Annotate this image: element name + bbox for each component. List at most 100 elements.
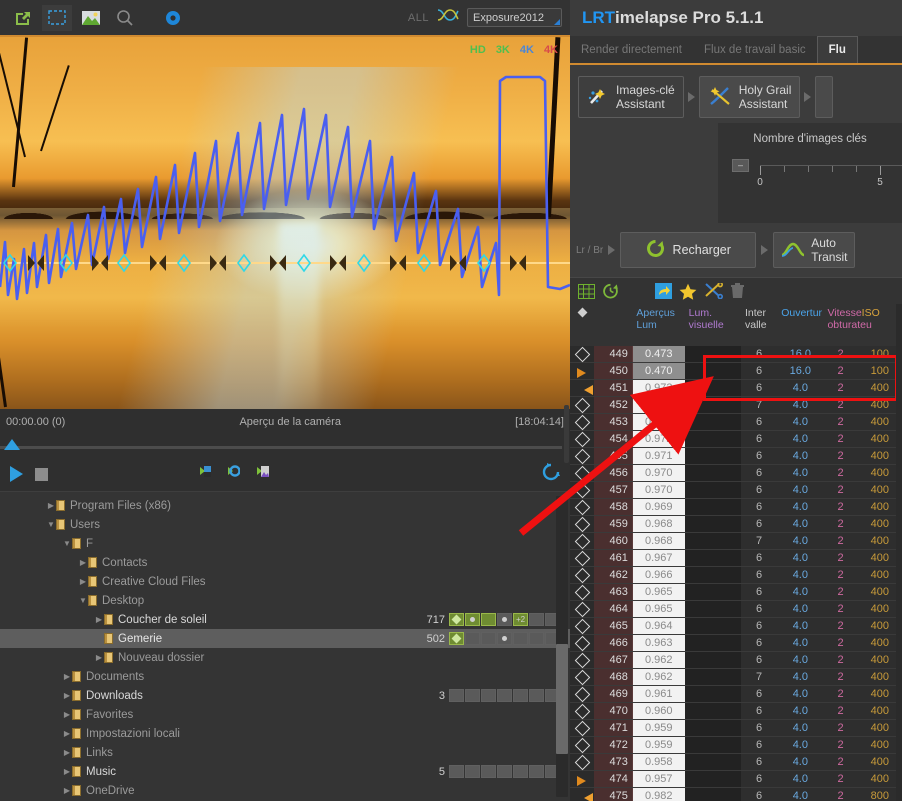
cell-interval[interactable]: 6 — [741, 379, 778, 397]
table-row[interactable]: 460 0.968 7 4.0 2 400 — [570, 532, 902, 550]
table-row[interactable]: 452 0.973 7 4.0 2 400 — [570, 396, 902, 414]
status-chip-g-diamond[interactable] — [449, 613, 464, 626]
cell-aperture[interactable]: 4.0 — [777, 634, 824, 652]
col-lum-visual[interactable]: Lum. visuelle — [684, 304, 741, 346]
cell-interval[interactable]: 6 — [741, 770, 778, 788]
tree-item-creative-cloud-files[interactable]: ▶ Creative Cloud Files — [0, 572, 570, 591]
cell-interval[interactable]: 7 — [741, 396, 778, 414]
status-chip-d[interactable] — [513, 632, 528, 645]
cell-lum-visual[interactable] — [684, 787, 741, 801]
cell-aperture[interactable]: 4.0 — [777, 600, 824, 618]
status-chip-d[interactable] — [513, 689, 528, 702]
cell-aperture[interactable]: 4.0 — [777, 651, 824, 669]
cell-shutter[interactable]: 2 — [823, 362, 858, 380]
cell-number[interactable]: 465 — [594, 617, 633, 635]
cell-lum-visual[interactable] — [684, 719, 741, 737]
table-row[interactable]: 470 0.960 6 4.0 2 400 — [570, 702, 902, 720]
cell-shutter[interactable]: 2 — [823, 787, 858, 801]
status-chip-d[interactable] — [513, 765, 528, 778]
cell-lum-preview[interactable]: 0.959 — [632, 736, 685, 754]
cell-interval[interactable]: 6 — [741, 498, 778, 516]
table-row[interactable]: 456 0.970 6 4.0 2 400 — [570, 464, 902, 482]
cell-aperture[interactable]: 4.0 — [777, 702, 824, 720]
cell-shutter[interactable]: 2 — [823, 600, 858, 618]
camera-preview[interactable]: HD 3K 4K 4K — [0, 37, 570, 409]
cell-aperture[interactable]: 16.0 — [777, 362, 824, 380]
tree-scroll-thumb[interactable] — [556, 644, 568, 754]
cell-number[interactable]: 469 — [594, 685, 633, 703]
cell-number[interactable]: 459 — [594, 515, 633, 533]
cell-interval[interactable]: 6 — [741, 515, 778, 533]
tree-item-f[interactable]: ▼ F — [0, 534, 570, 553]
row-flag-cell[interactable] — [570, 464, 595, 482]
cell-interval[interactable]: 7 — [741, 668, 778, 686]
cell-lum-visual[interactable] — [684, 651, 741, 669]
cell-interval[interactable]: 6 — [741, 736, 778, 754]
row-flag-cell[interactable] — [570, 379, 595, 397]
cell-lum-preview[interactable]: 0.960 — [632, 702, 685, 720]
cell-lum-visual[interactable] — [684, 753, 741, 771]
cell-interval[interactable]: 6 — [741, 634, 778, 652]
next-wizard-button[interactable] — [815, 76, 834, 118]
cell-lum-visual[interactable] — [684, 532, 741, 550]
auto-transition-button[interactable]: Auto Transit — [773, 232, 856, 268]
row-flag-cell[interactable] — [570, 753, 595, 771]
cell-number[interactable]: 464 — [594, 600, 633, 618]
cell-interval[interactable]: 6 — [741, 346, 778, 363]
row-flag-cell[interactable] — [570, 702, 595, 720]
chevron-right-icon[interactable]: ▶ — [78, 577, 88, 586]
status-chip-d[interactable] — [529, 689, 544, 702]
chevron-right-icon[interactable]: ▶ — [46, 501, 56, 510]
tree-item-nouveau-dossier[interactable]: ▶ Nouveau dossier — [0, 648, 570, 667]
cell-lum-preview[interactable]: 0.965 — [632, 583, 685, 601]
table-row[interactable]: 450 0.470 6 16.0 2 100 — [570, 362, 902, 380]
row-flag-cell[interactable] — [570, 396, 595, 414]
table-row[interactable]: 467 0.962 6 4.0 2 400 — [570, 651, 902, 669]
tab-flux-basic[interactable]: Flux de travail basic — [693, 36, 817, 63]
chevron-right-icon[interactable]: ▶ — [62, 691, 72, 700]
cell-lum-preview[interactable]: 0.972 — [632, 413, 685, 431]
star-icon[interactable] — [679, 283, 697, 300]
cell-aperture[interactable]: 4.0 — [777, 396, 824, 414]
holy-grail-wizard-button[interactable]: Holy Grail Assistant — [698, 76, 801, 118]
cell-lum-preview[interactable]: 0.959 — [632, 719, 685, 737]
status-chip-d[interactable] — [465, 689, 480, 702]
cell-lum-preview[interactable]: 0.973 — [632, 379, 685, 397]
status-chip-d[interactable] — [529, 613, 544, 626]
cell-lum-preview[interactable]: 0.968 — [632, 532, 685, 550]
tree-item-downloads[interactable]: ▶ Downloads 3 — [0, 686, 570, 705]
cell-interval[interactable]: 6 — [741, 549, 778, 567]
sync-keyframes-icon[interactable] — [219, 464, 241, 484]
status-chip-d[interactable] — [449, 765, 464, 778]
cell-aperture[interactable]: 4.0 — [777, 447, 824, 465]
row-flag-cell[interactable] — [570, 651, 595, 669]
table-row[interactable]: 458 0.969 6 4.0 2 400 — [570, 498, 902, 516]
stop-icon[interactable] — [35, 467, 48, 481]
cell-aperture[interactable]: 4.0 — [777, 719, 824, 737]
row-flag-cell[interactable] — [570, 617, 595, 635]
cell-shutter[interactable]: 2 — [823, 651, 858, 669]
cell-number[interactable]: 472 — [594, 736, 633, 754]
cell-aperture[interactable]: 4.0 — [777, 549, 824, 567]
cell-aperture[interactable]: 4.0 — [777, 668, 824, 686]
cell-lum-preview[interactable]: 0.973 — [632, 396, 685, 414]
keyframe-decrement-button[interactable]: – — [732, 159, 749, 172]
table-row[interactable]: 472 0.959 6 4.0 2 400 — [570, 736, 902, 754]
clock-arrow-icon[interactable] — [602, 283, 619, 299]
status-chip-d-dot[interactable] — [497, 632, 512, 645]
cell-number[interactable]: 452 — [594, 396, 633, 414]
status-chip-g-plus2[interactable]: +2 — [513, 613, 528, 626]
cell-interval[interactable]: 6 — [741, 753, 778, 771]
cell-interval[interactable]: 6 — [741, 413, 778, 431]
cell-aperture[interactable]: 16.0 — [777, 346, 824, 363]
cell-number[interactable]: 458 — [594, 498, 633, 516]
cell-aperture[interactable]: 4.0 — [777, 498, 824, 516]
cell-shutter[interactable]: 2 — [823, 617, 858, 635]
row-flag-cell[interactable] — [570, 600, 595, 618]
table-row[interactable]: 471 0.959 6 4.0 2 400 — [570, 719, 902, 737]
cell-lum-visual[interactable] — [684, 413, 741, 431]
col-shutter[interactable]: Vitesse obturateu — [823, 304, 872, 346]
cell-interval[interactable]: 6 — [741, 464, 778, 482]
cell-lum-preview[interactable]: 0.968 — [632, 515, 685, 533]
row-flag-cell[interactable] — [570, 447, 595, 465]
